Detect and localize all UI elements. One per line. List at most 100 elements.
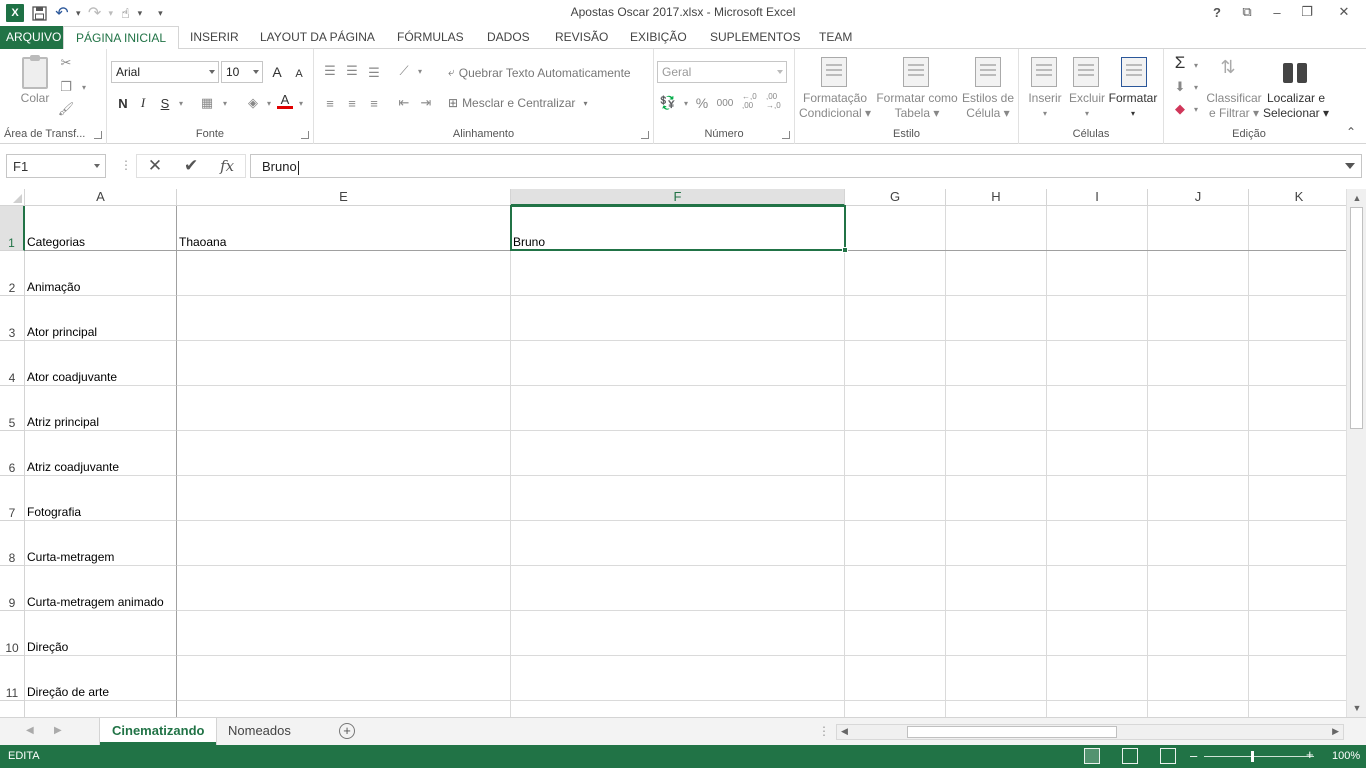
align-center-icon[interactable]: ≡ <box>344 95 360 111</box>
merge-center-button[interactable]: ⊞ Mesclar e Centralizar ▾ <box>448 96 587 110</box>
cell-f9[interactable] <box>511 566 845 611</box>
cell-k11[interactable] <box>1249 656 1346 701</box>
cell-j1[interactable] <box>1148 206 1249 251</box>
insert-function-icon[interactable]: fx <box>220 157 234 175</box>
autosum-dropdown-icon[interactable]: ▾ <box>1188 57 1204 73</box>
tab-team[interactable]: TEAM <box>811 26 860 49</box>
clipboard-launcher-icon[interactable] <box>94 131 102 139</box>
close-button[interactable]: ✕ <box>1322 0 1366 24</box>
vertical-scroll-thumb[interactable] <box>1350 207 1363 429</box>
cell-j5[interactable] <box>1148 386 1249 431</box>
percent-button[interactable]: % <box>694 95 710 111</box>
zoom-in-button[interactable]: + <box>1306 747 1314 762</box>
row-header[interactable]: 1 <box>0 206 25 251</box>
delete-cells-icon[interactable] <box>1073 57 1099 87</box>
cell-k2[interactable] <box>1249 251 1346 296</box>
cell-g9[interactable] <box>845 566 946 611</box>
ribbon-display-button[interactable]: ⧉ <box>1232 0 1262 24</box>
cell-a5[interactable]: Atriz principal <box>25 386 177 431</box>
orientation-icon[interactable]: ⟋ <box>396 63 412 79</box>
cell-k4[interactable] <box>1249 341 1346 386</box>
underline-dropdown-icon[interactable]: ▾ <box>173 95 189 111</box>
format-as-table-button[interactable]: Formatar como Tabela ▾ <box>875 91 959 121</box>
cell-f11[interactable] <box>511 656 845 701</box>
cell-e5[interactable] <box>177 386 511 431</box>
tab-addins[interactable]: SUPLEMENTOS <box>702 26 808 49</box>
wrap-text-button[interactable]: ⤶ Quebrar Texto Automaticamente <box>448 65 631 80</box>
row-header[interactable]: 11 <box>0 656 25 701</box>
cell-a3[interactable]: Ator principal <box>25 296 177 341</box>
cell-g10[interactable] <box>845 611 946 656</box>
cell-k12[interactable] <box>1249 701 1346 717</box>
sheet-tab-cinematizando[interactable]: Cinematizando <box>100 718 217 745</box>
column-header-e[interactable]: E <box>177 189 511 206</box>
formula-input[interactable]: Bruno <box>250 154 1362 178</box>
cell-i8[interactable] <box>1047 521 1148 566</box>
normal-view-icon[interactable] <box>1084 748 1100 764</box>
shrink-font-icon[interactable]: A <box>291 66 307 82</box>
format-painter-icon[interactable]: 🖌 <box>58 101 75 117</box>
add-sheet-icon[interactable]: + <box>339 723 355 739</box>
cell-f7[interactable] <box>511 476 845 521</box>
alignment-launcher-icon[interactable] <box>641 131 649 139</box>
format-cells-button[interactable]: Formatar ▾ <box>1107 91 1159 121</box>
zoom-slider-thumb[interactable] <box>1251 751 1254 762</box>
horizontal-scroll-thumb[interactable] <box>907 726 1117 738</box>
column-header-h[interactable]: H <box>946 189 1047 206</box>
sort-filter-icon[interactable]: ⇅ <box>1220 57 1236 77</box>
cell-g1[interactable] <box>845 206 946 251</box>
cell-e10[interactable] <box>177 611 511 656</box>
cell-j9[interactable] <box>1148 566 1249 611</box>
cell-j3[interactable] <box>1148 296 1249 341</box>
cell-h8[interactable] <box>946 521 1047 566</box>
borders-dropdown-icon[interactable]: ▾ <box>217 95 233 111</box>
thousands-button[interactable]: 000 <box>714 95 736 111</box>
cell-j12[interactable] <box>1148 701 1249 717</box>
find-select-button[interactable]: Localizar e Selecionar ▾ <box>1262 91 1330 121</box>
font-launcher-icon[interactable] <box>301 131 309 139</box>
insert-cells-icon[interactable] <box>1031 57 1057 87</box>
cell-j8[interactable] <box>1148 521 1249 566</box>
select-all-button[interactable] <box>0 189 25 206</box>
underline-button[interactable]: S <box>157 95 173 111</box>
column-header-k[interactable]: K <box>1249 189 1346 206</box>
scroll-down-icon[interactable]: ▼ <box>1350 701 1364 715</box>
sort-filter-button[interactable]: Classificar e Filtrar ▾ <box>1204 91 1264 121</box>
cell-styles-button[interactable]: Estilos de Célula ▾ <box>961 91 1015 121</box>
cell-j2[interactable] <box>1148 251 1249 296</box>
cell-f10[interactable] <box>511 611 845 656</box>
row-header[interactable]: 12 <box>0 701 25 717</box>
fill-dropdown-icon[interactable]: ▾ <box>1188 79 1204 95</box>
conditional-formatting-button[interactable]: Formatação Condicional ▾ <box>799 91 871 121</box>
cell-k3[interactable] <box>1249 296 1346 341</box>
cell-i11[interactable] <box>1047 656 1148 701</box>
cell-h3[interactable] <box>946 296 1047 341</box>
cell-h2[interactable] <box>946 251 1047 296</box>
cell-a7[interactable]: Fotografia <box>25 476 177 521</box>
tab-split-handle[interactable]: ⋮ <box>818 724 830 738</box>
cell-k9[interactable] <box>1249 566 1346 611</box>
tab-page-layout[interactable]: LAYOUT DA PÁGINA <box>252 26 383 49</box>
page-layout-view-icon[interactable] <box>1122 748 1138 764</box>
cell-f2[interactable] <box>511 251 845 296</box>
cell-k6[interactable] <box>1249 431 1346 476</box>
worksheet-grid[interactable]: A E F G H I J K 1 Categorias Thaoana Bruno 2… <box>0 189 1346 717</box>
cell-i1[interactable] <box>1047 206 1148 251</box>
confirm-entry-icon[interactable]: ✔ <box>184 156 198 176</box>
help-button[interactable]: ? <box>1202 0 1232 24</box>
paste-button[interactable]: Colar <box>20 91 50 106</box>
paste-icon[interactable] <box>22 55 48 89</box>
cell-i5[interactable] <box>1047 386 1148 431</box>
cell-i4[interactable] <box>1047 341 1148 386</box>
clear-dropdown-icon[interactable]: ▾ <box>1188 101 1204 117</box>
align-right-icon[interactable]: ≡ <box>366 95 382 111</box>
cell-g8[interactable] <box>845 521 946 566</box>
cancel-entry-icon[interactable]: ✕ <box>148 156 162 176</box>
align-middle-icon[interactable]: ☰ <box>344 63 360 79</box>
conditional-formatting-icon[interactable] <box>821 57 847 87</box>
cell-a8[interactable]: Curta-metragem <box>25 521 177 566</box>
orientation-dropdown-icon[interactable]: ▾ <box>412 63 428 79</box>
column-header-g[interactable]: G <box>845 189 946 206</box>
grow-font-icon[interactable]: A <box>269 64 285 80</box>
borders-icon[interactable]: ▦ <box>199 95 215 111</box>
